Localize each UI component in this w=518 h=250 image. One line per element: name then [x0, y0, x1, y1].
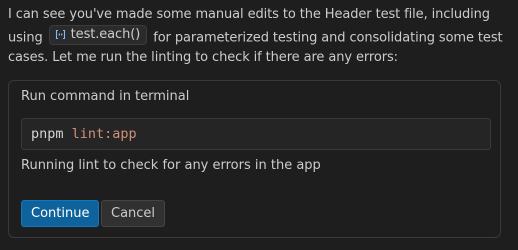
symbol-method-icon — [55, 29, 66, 40]
command-description: Running lint to check for any errors in … — [21, 158, 321, 173]
card-title: Run command in terminal — [21, 89, 190, 104]
command-argument: lint:app — [71, 126, 137, 142]
cancel-button[interactable]: Cancel — [101, 200, 166, 227]
command-binary: pnpm — [31, 126, 64, 142]
code-chip-label: test.each() — [70, 26, 141, 42]
terminal-command-card: Run command in terminal pnpm lint:app Ru… — [8, 80, 501, 238]
command-box: pnpm lint:app — [21, 118, 491, 150]
code-reference-chip[interactable]: test.each() — [48, 24, 148, 45]
continue-button[interactable]: Continue — [21, 200, 100, 227]
chat-message: I can see you've made some manual edits … — [8, 5, 516, 67]
